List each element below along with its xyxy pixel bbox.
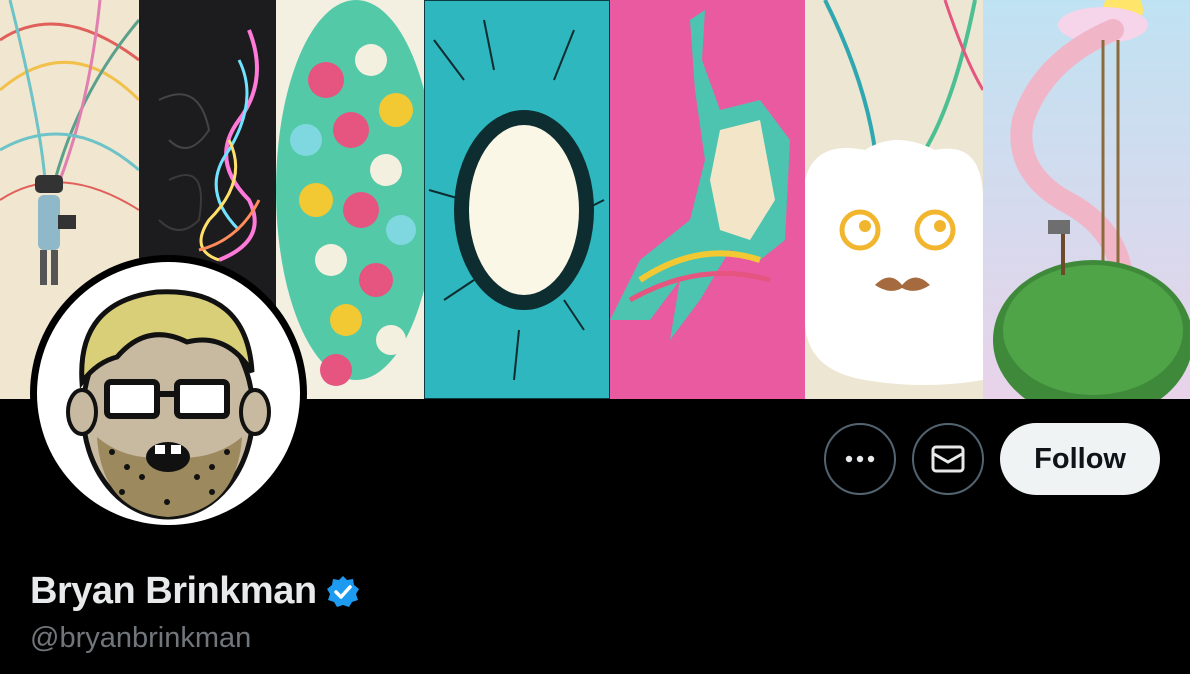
envelope-icon xyxy=(931,445,965,473)
banner-panel-spiky-ring xyxy=(424,0,610,399)
more-button[interactable] xyxy=(824,423,897,495)
more-horizontal-icon xyxy=(845,455,875,463)
follow-button[interactable]: Follow xyxy=(1000,423,1160,495)
display-name: Bryan Brinkman xyxy=(30,570,317,612)
banner-panel-jumping-figure xyxy=(610,0,805,399)
profile-handle: @bryanbrinkman xyxy=(30,622,252,654)
banner-panel-cloud xyxy=(805,0,983,399)
banner-panel-slide-hill xyxy=(983,0,1190,399)
profile-actions: Follow xyxy=(824,423,1160,495)
avatar-illustration xyxy=(37,262,300,525)
verified-badge-icon[interactable] xyxy=(325,574,361,610)
message-button[interactable] xyxy=(912,423,985,495)
profile-avatar[interactable] xyxy=(30,255,307,532)
profile-name-row: Bryan Brinkman xyxy=(30,570,361,613)
